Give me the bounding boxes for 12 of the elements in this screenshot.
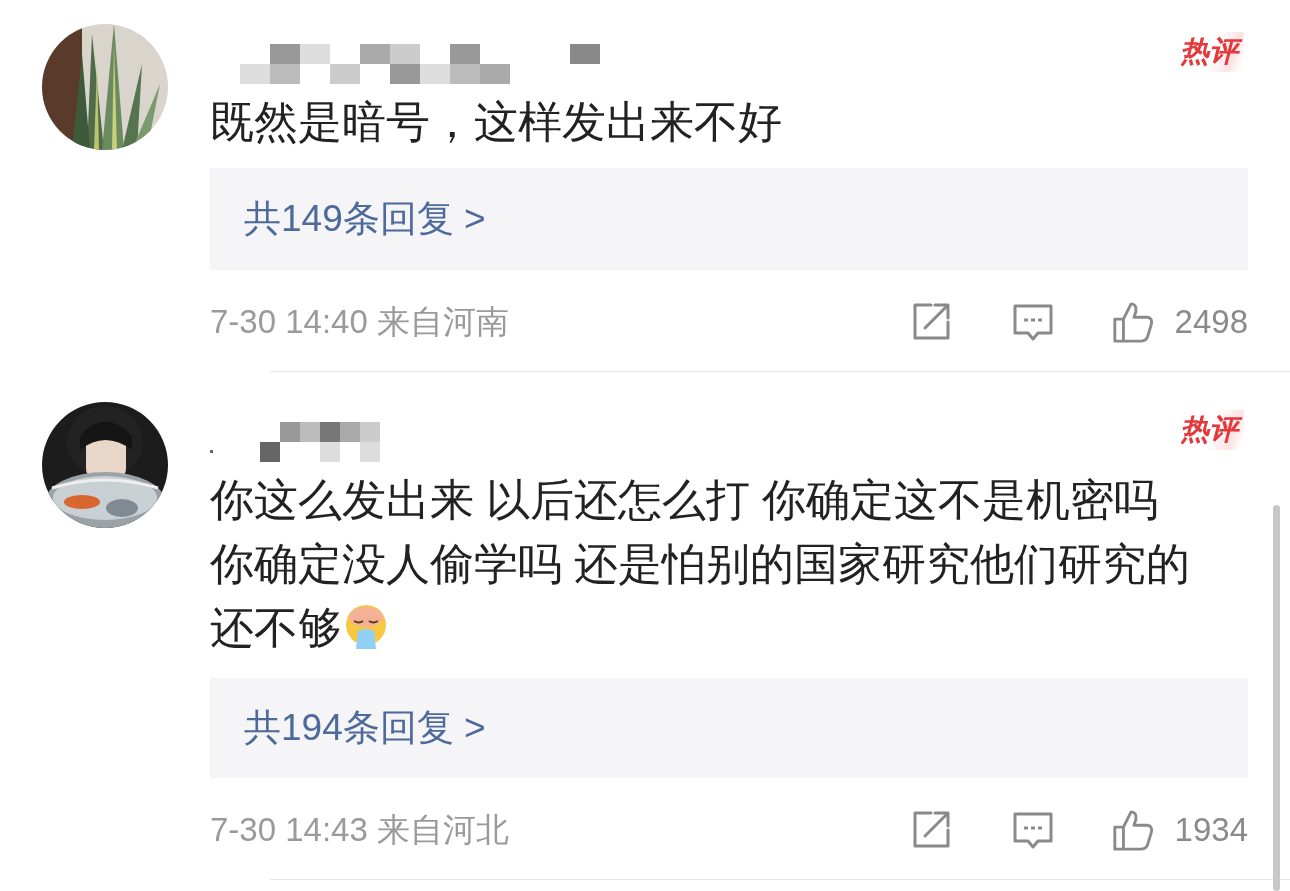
like-count: 1934: [1174, 811, 1248, 849]
like-count: 2498: [1174, 303, 1248, 341]
comment-text-line: 既然是暗号，这样发出来不好: [210, 97, 782, 146]
comment-meta: 7-30 14:43 来自河北: [210, 809, 510, 850]
comment-text-line: 还不够: [210, 603, 342, 652]
comment-text-line: 你确定没人偷学吗 还是怕别的国家研究他们研究的: [210, 539, 1191, 588]
comment-meta: 7-30 14:40 来自河南: [210, 301, 510, 342]
thumbs-up-icon[interactable]: [1110, 808, 1155, 852]
replies-link[interactable]: 共194条回复 >: [210, 678, 1248, 778]
replies-link[interactable]: 共149条回复 >: [210, 168, 1248, 270]
thumbs-up-icon[interactable]: [1110, 300, 1155, 344]
comment-text-line: 你这么发出来 以后还怎么打 你确定这不是机密吗: [210, 475, 1159, 524]
